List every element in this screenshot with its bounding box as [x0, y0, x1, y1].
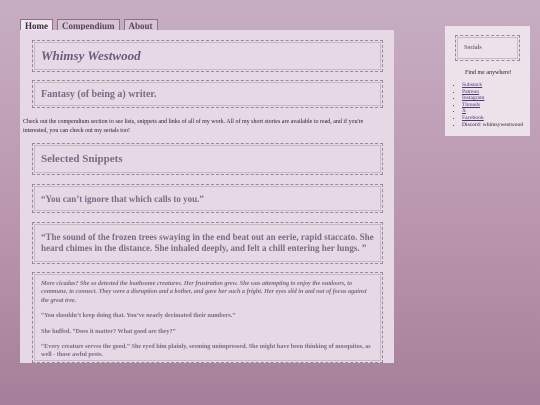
main-panel: Whimsy Westwood Fantasy (of being a) wri…	[20, 30, 394, 363]
find-me-text: Find me anywhere!	[465, 70, 512, 76]
story-paragraph: “You shouldn’t keep doing that. You’ve n…	[41, 312, 236, 320]
site-subtitle: Fantasy (of being a) writer.	[32, 80, 383, 108]
link-patreon[interactable]: Patreon	[462, 89, 479, 95]
list-item: X	[462, 108, 523, 115]
link-instagram[interactable]: Instagram	[462, 95, 484, 101]
link-facebook[interactable]: Facebook	[462, 115, 484, 121]
site-title: Whimsy Westwood	[32, 40, 383, 72]
intro-text: Check out the compendium section to see …	[23, 119, 364, 134]
snippet-quote: “You can’t ignore that which calls to yo…	[32, 184, 383, 213]
section-heading-snippets: Selected Snippets	[32, 143, 383, 175]
list-item: Patreon	[462, 89, 523, 96]
snippet-quote: “The sound of the frozen trees swaying i…	[32, 222, 383, 264]
link-threads[interactable]: Threads	[462, 102, 480, 108]
list-item: Threads	[462, 102, 523, 109]
story-paragraph: “Every creature serves the good.” She ey…	[41, 343, 371, 359]
story-paragraph: More cicadas? She so detested the loaths…	[41, 280, 367, 304]
socials-heading: Socials	[455, 35, 520, 61]
link-x[interactable]: X	[462, 108, 466, 114]
social-links-list: Substack Patreon Instagram Threads X Fac…	[453, 82, 523, 128]
discord-handle: Discord: whimsywestwood	[462, 122, 523, 129]
list-item: Instagram	[462, 95, 523, 102]
story-excerpt[interactable]: More cicadas? She so detested the loaths…	[32, 272, 383, 363]
list-item: Substack	[462, 82, 523, 89]
story-paragraph: She huffed. “Does it matter? What good a…	[41, 327, 176, 335]
socials-sidebar: Socials Find me anywhere! Substack Patre…	[445, 26, 530, 136]
list-item: Facebook	[462, 115, 523, 122]
link-substack[interactable]: Substack	[462, 82, 482, 88]
